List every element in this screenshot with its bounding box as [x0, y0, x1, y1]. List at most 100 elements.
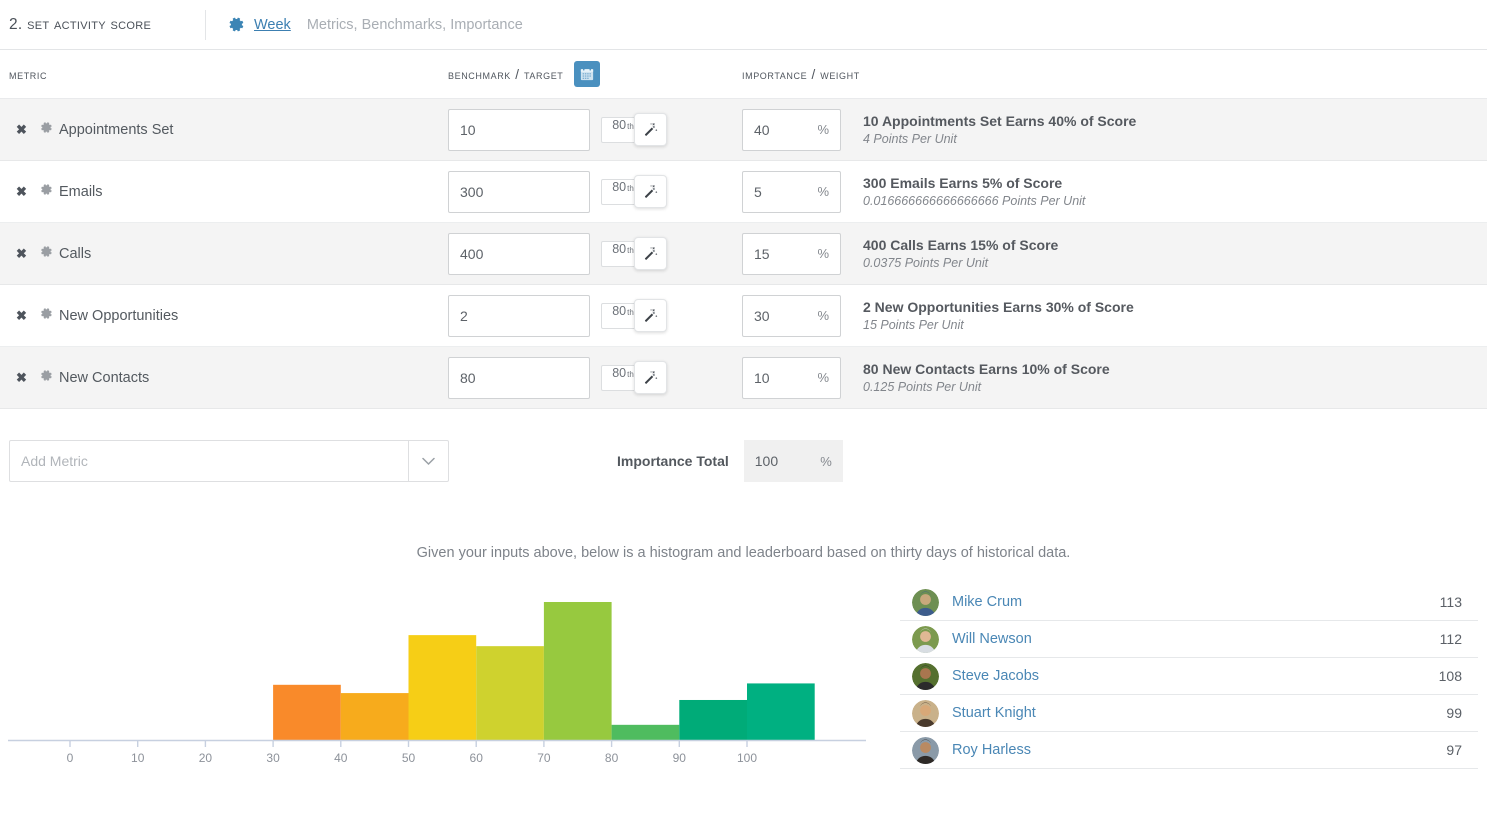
- calendar-icon[interactable]: [574, 61, 600, 87]
- histogram-bar: [612, 725, 680, 740]
- magic-wand-icon[interactable]: [634, 299, 667, 332]
- importance-value: 15: [754, 246, 770, 262]
- avatar: [912, 626, 939, 653]
- list-item[interactable]: Stuart Knight99: [900, 695, 1478, 732]
- row-actions: ✖: [0, 369, 59, 387]
- magic-wand-icon[interactable]: [634, 361, 667, 394]
- percent-symbol: %: [817, 308, 829, 323]
- close-icon[interactable]: ✖: [16, 185, 27, 198]
- importance-cell: 5%: [742, 171, 852, 213]
- gear-icon[interactable]: [228, 16, 245, 33]
- avatar: [912, 663, 939, 690]
- leaderboard-score: 99: [1446, 705, 1478, 721]
- importance-value: 5: [754, 184, 762, 200]
- leaderboard-name[interactable]: Will Newson: [952, 631, 1440, 647]
- score-description-main: 300 Emails Earns 5% of Score: [863, 175, 1085, 191]
- gear-icon[interactable]: [40, 245, 53, 263]
- avatar: [912, 700, 939, 727]
- magic-wand-icon[interactable]: [634, 237, 667, 270]
- benchmark-input[interactable]: 2: [448, 295, 590, 337]
- leaderboard-name[interactable]: Mike Crum: [952, 594, 1440, 610]
- histogram-bar: [679, 700, 747, 740]
- close-icon[interactable]: ✖: [16, 247, 27, 260]
- percentile-value: 80: [612, 118, 626, 132]
- magic-wand-icon[interactable]: [634, 175, 667, 208]
- close-icon[interactable]: ✖: [16, 309, 27, 322]
- leaderboard: Mike Crum113Will Newson112Steve Jacobs10…: [900, 584, 1478, 769]
- leaderboard-name[interactable]: Stuart Knight: [952, 705, 1446, 721]
- histogram-svg: 0102030405060708090100: [0, 579, 900, 769]
- importance-input[interactable]: 5%: [742, 171, 841, 213]
- importance-value: 40: [754, 122, 770, 138]
- table-row: ✖ Emails30080th5% 300 Emails Earns 5% of S…: [0, 161, 1487, 223]
- lower-panel: 0102030405060708090100 Mike Crum113Will …: [0, 579, 1487, 769]
- row-actions: ✖: [0, 183, 59, 201]
- importance-cell: 15%: [742, 233, 852, 275]
- gear-icon[interactable]: [40, 121, 53, 139]
- magic-wand-icon[interactable]: [634, 113, 667, 146]
- importance-input[interactable]: 30%: [742, 295, 841, 337]
- chevron-down-icon[interactable]: [408, 441, 448, 481]
- percentile-suffix: th: [627, 246, 634, 255]
- leaderboard-score: 113: [1440, 594, 1478, 610]
- table-row: ✖ Calls400 80th 15% 400 Calls Earns 15% of S…: [0, 223, 1487, 285]
- importance-value: 30: [754, 308, 770, 324]
- points-per-unit: 0.0375 Points Per Unit: [863, 256, 1058, 270]
- list-item[interactable]: Steve Jacobs108: [900, 658, 1478, 695]
- percent-symbol: %: [817, 370, 829, 385]
- score-description: 300 Emails Earns 5% of Score 0.0166666666…: [852, 175, 1085, 208]
- importance-input[interactable]: 40%: [742, 109, 841, 151]
- x-axis-tick-label: 70: [537, 751, 551, 765]
- percentile-suffix: th: [627, 308, 634, 317]
- period-week-link[interactable]: Week: [254, 17, 291, 33]
- leaderboard-score: 97: [1446, 742, 1478, 758]
- x-axis-tick-label: 40: [334, 751, 348, 765]
- table-row: ✖Appointments Set1080th40%10 Appointment…: [0, 99, 1487, 161]
- percentile-value: 80: [612, 242, 626, 256]
- benchmark-cell: 8080th: [448, 357, 742, 399]
- metric-name: New Contacts: [59, 370, 448, 386]
- gear-icon[interactable]: [40, 307, 53, 325]
- add-metric-select[interactable]: Add Metric: [9, 440, 449, 482]
- x-axis-tick-label: 100: [737, 751, 757, 765]
- avatar: [912, 589, 939, 616]
- list-item[interactable]: Will Newson112: [900, 621, 1478, 658]
- histogram-chart: 0102030405060708090100: [0, 579, 900, 769]
- percentile-suffix: th: [627, 184, 634, 193]
- metric-name: Calls: [59, 246, 448, 262]
- x-axis-tick-label: 90: [673, 751, 687, 765]
- row-actions: ✖: [0, 245, 59, 263]
- percent-symbol: %: [817, 246, 829, 261]
- histogram-caption: Given your inputs above, below is a hist…: [0, 545, 1487, 561]
- list-item[interactable]: Roy Harless97: [900, 732, 1478, 769]
- benchmark-cell: 30080th: [448, 171, 742, 213]
- add-metric-bar: Add Metric Importance Total 100 %: [0, 440, 1487, 482]
- histogram-bar: [544, 602, 612, 740]
- benchmark-input[interactable]: 300: [448, 171, 590, 213]
- metric-name: Emails: [59, 184, 448, 200]
- row-actions: ✖: [0, 307, 59, 325]
- page-title: 2. Set Activity Score: [9, 16, 205, 34]
- points-per-unit: 4 Points Per Unit: [863, 132, 1136, 146]
- list-item[interactable]: Mike Crum113: [900, 584, 1478, 621]
- points-per-unit: 0.016666666666666666 Points Per Unit: [863, 194, 1085, 208]
- metric-name: Appointments Set: [59, 122, 448, 138]
- importance-input[interactable]: 10%: [742, 357, 841, 399]
- gear-icon[interactable]: [40, 369, 53, 387]
- benchmark-input[interactable]: 10: [448, 109, 590, 151]
- histogram-bar: [476, 646, 544, 740]
- importance-input[interactable]: 15%: [742, 233, 841, 275]
- score-description-main: 400 Calls Earns 15% of Score: [863, 237, 1058, 253]
- leaderboard-name[interactable]: Roy Harless: [952, 742, 1446, 758]
- benchmark-cell: 280th: [448, 295, 742, 337]
- close-icon[interactable]: ✖: [16, 371, 27, 384]
- gear-icon[interactable]: [40, 183, 53, 201]
- close-icon[interactable]: ✖: [16, 123, 27, 136]
- leaderboard-name[interactable]: Steve Jacobs: [952, 668, 1439, 684]
- benchmark-input[interactable]: 80: [448, 357, 590, 399]
- benchmark-input[interactable]: 400: [448, 233, 590, 275]
- points-per-unit: 0.125 Points Per Unit: [863, 380, 1110, 394]
- score-description: 2 New Opportunities Earns 30% of Score15…: [852, 299, 1134, 332]
- score-description: 400 Calls Earns 15% of Score 0.0375 Point…: [852, 237, 1058, 270]
- header-subtitle: Metrics, Benchmarks, Importance: [307, 17, 523, 33]
